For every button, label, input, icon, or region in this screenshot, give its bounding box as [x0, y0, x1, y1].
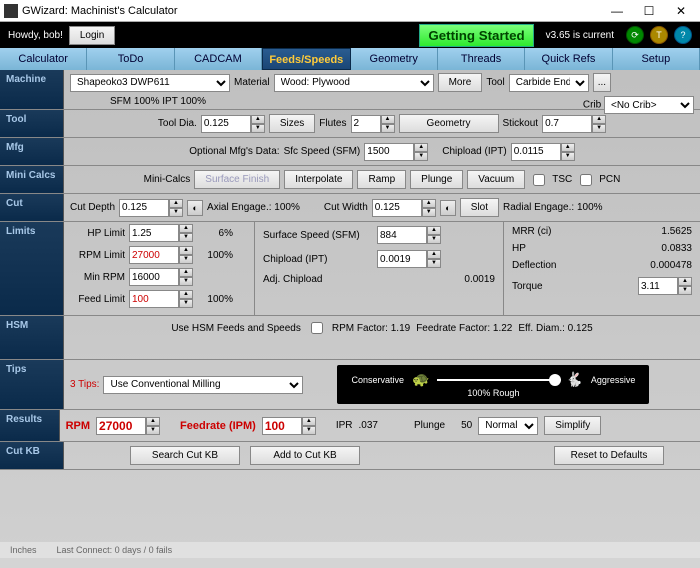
hp-limit-input[interactable] [129, 224, 179, 242]
crib-label: Crib [583, 100, 601, 111]
flutes-input[interactable] [351, 115, 381, 133]
close-button[interactable]: ✕ [666, 2, 696, 20]
titlebar: GWizard: Machinist's Calculator — ☐ ✕ [0, 0, 700, 22]
sidebar-limits: Limits [0, 222, 64, 315]
sidebar-minicalcs: Mini Calcs [0, 166, 64, 193]
units-label: Inches [10, 545, 37, 555]
chipload-label: Chipload (IPT) [442, 146, 506, 157]
chipload-ipt-input[interactable] [377, 250, 427, 268]
connect-label: Last Connect: 0 days / 0 fails [57, 545, 173, 555]
sidebar-cut: Cut [0, 194, 64, 221]
maximize-button[interactable]: ☐ [634, 2, 664, 20]
cut-width-label: Cut Width [324, 202, 368, 213]
torque-input[interactable] [638, 277, 678, 295]
tool-select[interactable]: Carbide Endmill [509, 74, 589, 92]
header: Howdy, bob! Login Getting Started v3.65 … [0, 22, 700, 48]
reset-defaults-button[interactable]: Reset to Defaults [554, 446, 664, 465]
sidebar-results: Results [0, 410, 60, 441]
interpolate-button[interactable]: Interpolate [284, 170, 353, 189]
chipload-input[interactable] [511, 143, 561, 161]
tab-threads[interactable]: Threads [438, 48, 525, 70]
surface-speed-input[interactable] [377, 226, 427, 244]
material-select[interactable]: Wood: Plywood [274, 74, 434, 92]
sfc-speed-input[interactable] [364, 143, 414, 161]
hsm-checkbox[interactable] [311, 322, 323, 334]
aggressiveness-slider[interactable]: Conservative 🐢 🐇 Aggressive 100% Rough [337, 365, 649, 404]
sidebar-mfg: Mfg [0, 138, 64, 165]
machine-profile-select[interactable]: Shapeoko3 DWP611 [70, 74, 230, 92]
status-bar: Inches Last Connect: 0 days / 0 fails [0, 542, 700, 558]
radial-icon[interactable]: ◐ [440, 200, 456, 216]
plunge-mode-select[interactable]: Normal [478, 417, 538, 435]
tip-icon[interactable]: T [650, 26, 668, 44]
tab-setup[interactable]: Setup [613, 48, 700, 70]
sidebar-hsm: HSM [0, 316, 64, 359]
plunge-button[interactable]: Plunge [410, 170, 463, 189]
flutes-label: Flutes [319, 118, 346, 129]
search-cutkb-button[interactable]: Search Cut KB [130, 446, 240, 465]
tab-feeds-speeds[interactable]: Feeds/Speeds [262, 48, 350, 70]
cut-depth-input[interactable] [119, 199, 169, 217]
tsc-checkbox[interactable] [533, 174, 545, 186]
spin-up[interactable]: ▲ [251, 115, 265, 124]
tab-cadcam[interactable]: CADCAM [175, 48, 262, 70]
min-rpm-input[interactable] [129, 268, 179, 286]
cut-width-input[interactable] [372, 199, 422, 217]
sfc-speed-label: Sfc Speed (SFM) [284, 146, 361, 157]
add-cutkb-button[interactable]: Add to Cut KB [250, 446, 360, 465]
spin-down[interactable]: ▼ [251, 124, 265, 133]
sidebar-tips: Tips [0, 360, 64, 409]
stickout-label: Stickout [503, 118, 539, 129]
axial-engage-label: Axial Engage.: 100% [207, 202, 300, 213]
material-label: Material [234, 77, 270, 88]
turtle-icon: 🐢 [412, 371, 429, 388]
tips-count: 3 Tips: [70, 379, 99, 390]
rabbit-icon: 🐇 [565, 371, 582, 388]
tab-calculator[interactable]: Calculator [0, 48, 87, 70]
pcn-checkbox[interactable] [580, 174, 592, 186]
tool-label: Tool [486, 77, 504, 88]
tab-bar: Calculator ToDo CADCAM Feeds/Speeds Geom… [0, 48, 700, 70]
simplify-button[interactable]: Simplify [544, 416, 601, 435]
minimize-button[interactable]: — [602, 2, 632, 20]
greeting: Howdy, bob! [8, 30, 63, 41]
version-text: v3.65 is current [546, 30, 614, 41]
feedrate-result-input[interactable] [262, 417, 302, 435]
opt-mfg-label: Optional Mfg's Data: [189, 146, 279, 157]
tab-quickrefs[interactable]: Quick Refs [525, 48, 612, 70]
minicalcs-label: Mini-Calcs [144, 174, 191, 185]
vacuum-button[interactable]: Vacuum [467, 170, 525, 189]
login-button[interactable]: Login [69, 26, 115, 45]
slot-button[interactable]: Slot [460, 198, 499, 217]
geometry-button[interactable]: Geometry [399, 114, 499, 133]
sidebar-cutkb: Cut KB [0, 442, 64, 469]
sidebar-tool: Tool [0, 110, 64, 137]
more-button[interactable]: More [438, 73, 483, 92]
tab-todo[interactable]: ToDo [87, 48, 174, 70]
app-icon [4, 4, 18, 18]
feed-limit-input[interactable] [129, 290, 179, 308]
tab-geometry[interactable]: Geometry [351, 48, 438, 70]
getting-started-button[interactable]: Getting Started [419, 24, 533, 47]
cut-depth-label: Cut Depth [70, 202, 115, 213]
axial-icon[interactable]: ◐ [187, 200, 203, 216]
status-icon[interactable]: ⟳ [626, 26, 644, 44]
ramp-button[interactable]: Ramp [357, 170, 406, 189]
sizes-button[interactable]: Sizes [269, 114, 315, 133]
tool-dia-input[interactable] [201, 115, 251, 133]
radial-engage-label: Radial Engage.: 100% [503, 202, 603, 213]
window-title: GWizard: Machinist's Calculator [22, 5, 178, 17]
rpm-limit-input[interactable] [129, 246, 179, 264]
tool-dots-button[interactable]: ... [593, 73, 611, 92]
stickout-input[interactable] [542, 115, 592, 133]
rpm-result-input[interactable] [96, 417, 146, 435]
help-icon[interactable]: ? [674, 26, 692, 44]
surface-finish-button[interactable]: Surface Finish [194, 170, 280, 189]
tool-dia-label: Tool Dia. [158, 118, 197, 129]
sidebar-machine: Machine [0, 70, 64, 109]
tips-select[interactable]: Use Conventional Milling [103, 376, 303, 394]
